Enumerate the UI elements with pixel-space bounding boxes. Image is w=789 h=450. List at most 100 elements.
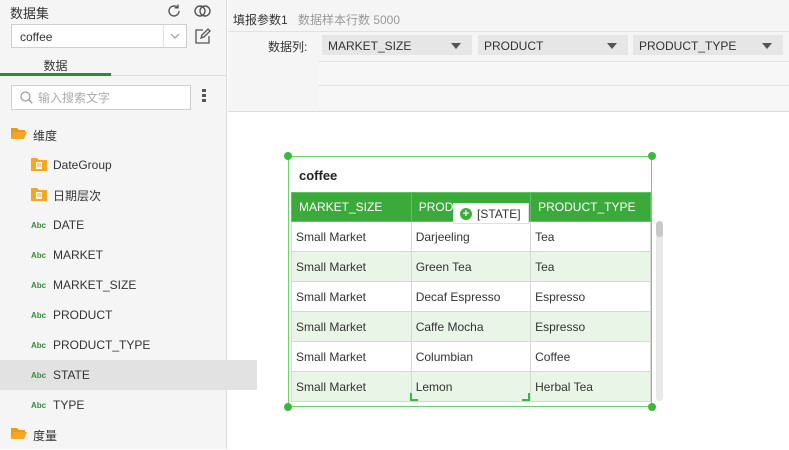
tree-item[interactable]: Abc DATE (0, 210, 257, 240)
data-columns-bar: 数据列: MARKET_SIZE PRODUCT PRODUCT_TYPE (228, 32, 789, 112)
table-cell[interactable]: Small Market (291, 281, 412, 312)
edit-icon[interactable] (193, 27, 211, 45)
resize-handle-bottom-right[interactable] (648, 403, 656, 411)
folder-doc-icon (31, 187, 47, 204)
tree-item-label: PRODUCT_TYPE (53, 338, 151, 352)
tree-item[interactable]: 日期层次 (0, 180, 257, 210)
tree-item[interactable]: Abc TYPE (0, 390, 257, 420)
table-row: Small Market Darjeeling Tea (291, 221, 651, 252)
data-columns-label: 数据列: (268, 40, 308, 54)
table-row: Small Market Caffe Mocha Espresso (291, 311, 651, 342)
add-icon: + (460, 207, 472, 220)
drop-field-label: [STATE] (477, 206, 521, 221)
table-cell[interactable]: Tea (530, 251, 651, 282)
column-select-2[interactable]: PRODUCT (478, 35, 628, 55)
tree-item[interactable]: Abc MARKET (0, 240, 257, 270)
table-cell[interactable]: Small Market (291, 221, 412, 252)
dataset-select[interactable]: coffee (11, 24, 187, 48)
table-cell[interactable]: Small Market (291, 311, 412, 342)
table-cell[interactable]: Caffe Mocha (410, 311, 532, 342)
text-field-icon: Abc (31, 220, 47, 230)
table-row: Small Market Lemon Herbal Tea (291, 371, 651, 402)
table-cell[interactable]: Small Market (291, 251, 412, 282)
tree-item[interactable]: 维度 (0, 120, 237, 150)
table-cell[interactable]: Coffee (530, 341, 651, 372)
text-field-icon: Abc (31, 400, 47, 410)
resize-handle-top-left[interactable] (284, 152, 292, 160)
empty-column-row (318, 61, 789, 84)
tree-item[interactable]: 度量 (0, 420, 237, 450)
search-input[interactable] (38, 89, 178, 106)
dataset-panel: 数据集 coffee 数据 维度 DateGroup 日期层次 Abc DATE Abc M… (0, 0, 257, 449)
search-box[interactable] (11, 85, 191, 110)
resize-handle-top-right[interactable] (648, 152, 656, 160)
table-row: Small Market Columbian Coffee (291, 341, 651, 372)
column-select-1[interactable]: MARKET_SIZE (322, 35, 472, 55)
param-header: 填报参数1 数据样本行数 5000 (228, 0, 789, 32)
tree-item-label: STATE (53, 368, 90, 382)
folder-open-icon (11, 427, 27, 443)
sample-rows-info: 数据样本行数 5000 (298, 13, 401, 27)
table-cell[interactable]: Columbian (410, 341, 532, 372)
text-field-icon: Abc (31, 370, 47, 380)
scrollbar-thumb[interactable] (656, 221, 663, 237)
table-cell[interactable]: Herbal Tea (530, 371, 651, 402)
tree-item[interactable]: DateGroup (0, 150, 257, 180)
dropdown-arrow-icon (762, 43, 772, 49)
more-menu-icon[interactable] (202, 89, 206, 104)
tree-item[interactable]: Abc STATE (0, 360, 257, 390)
table-cell[interactable]: Tea (530, 221, 651, 252)
folder-open-icon (11, 127, 27, 143)
table-cell[interactable]: Green Tea (410, 251, 532, 282)
text-field-icon: Abc (31, 250, 47, 260)
table-row: Small Market Decaf Espresso Espresso (291, 281, 651, 312)
tree-item-label: MARKET_SIZE (53, 278, 137, 292)
table-cell[interactable]: Darjeeling (410, 221, 532, 252)
dataset-link-icon[interactable] (192, 2, 214, 20)
chevron-down-icon[interactable] (163, 25, 186, 47)
table-cell[interactable]: Lemon (410, 371, 532, 402)
column-header-market-size[interactable]: MARKET_SIZE (291, 192, 412, 222)
tree-item-label: TYPE (53, 398, 85, 412)
tree-item[interactable]: Abc MARKET_SIZE (0, 270, 257, 300)
tree-item-label: 度量 (33, 428, 58, 443)
table-cell[interactable]: Decaf Espresso (410, 281, 532, 312)
column-header-product-type[interactable]: PRODUCT_TYPE (530, 192, 651, 222)
search-icon (20, 91, 33, 107)
dataset-title: 数据集 (10, 6, 50, 21)
dataset-select-value: coffee (20, 30, 53, 44)
drop-target-corner (522, 393, 530, 401)
table-cell[interactable]: Espresso (530, 311, 651, 342)
drop-field-tooltip: + [STATE] (453, 203, 529, 224)
column-select-1-value: MARKET_SIZE (328, 39, 412, 53)
tree-item[interactable]: Abc PRODUCT (0, 300, 257, 330)
tree-item-label: 维度 (33, 128, 58, 143)
table-cell[interactable]: Small Market (291, 341, 412, 372)
text-field-icon: Abc (31, 310, 47, 320)
text-field-icon: Abc (31, 280, 47, 290)
tree-item-label: PRODUCT (53, 308, 113, 322)
tree-item-label: 日期层次 (53, 188, 102, 203)
table-widget[interactable]: coffee MARKET_SIZE PROD PRODUCT_TYPE Sma… (288, 156, 652, 407)
tree-item[interactable]: Abc PRODUCT_TYPE (0, 330, 257, 360)
table-row: Small Market Green Tea Tea (291, 251, 651, 282)
widget-title: coffee (299, 168, 338, 183)
table-cell[interactable]: Espresso (530, 281, 651, 312)
tab-data[interactable]: 数据 (0, 57, 111, 74)
dropdown-arrow-icon (607, 43, 617, 49)
table-scrollbar[interactable] (656, 221, 663, 401)
empty-column-row (318, 85, 789, 108)
drop-target-corner (410, 393, 418, 401)
table-cell[interactable]: Small Market (291, 371, 412, 402)
folder-doc-icon (31, 157, 47, 174)
resize-handle-bottom-left[interactable] (284, 403, 292, 411)
tree-item-label: MARKET (53, 248, 104, 262)
param-name: 填报参数1 (233, 13, 288, 27)
column-select-2-value: PRODUCT (484, 39, 544, 53)
tree-item-label: DateGroup (53, 158, 112, 172)
refresh-icon[interactable] (164, 2, 184, 20)
column-select-3-value: PRODUCT_TYPE (639, 39, 737, 53)
tab-active-indicator (0, 73, 111, 76)
text-field-icon: Abc (31, 340, 47, 350)
column-select-3[interactable]: PRODUCT_TYPE (633, 35, 783, 55)
